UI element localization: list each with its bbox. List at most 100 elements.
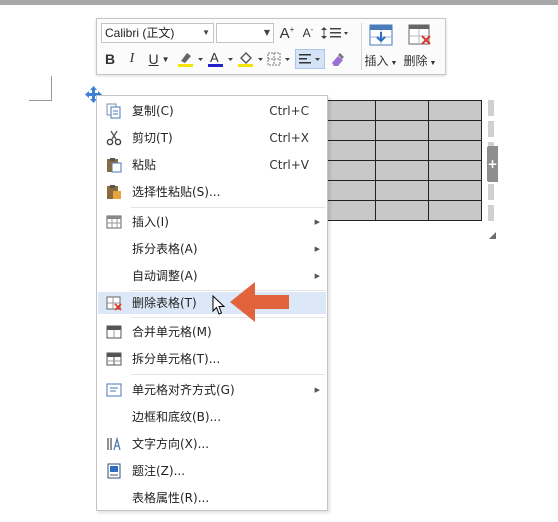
borders-button[interactable]: [267, 49, 293, 69]
table-cell[interactable]: [375, 160, 429, 181]
submenu-arrow-icon: ▶: [314, 245, 320, 253]
font-name-value: Calibri (正文): [105, 26, 175, 40]
menu-separator: [131, 207, 325, 208]
font-name-dropdown-arrow[interactable]: ▼: [202, 24, 210, 42]
insert-table-icon: [106, 214, 122, 230]
table-cell[interactable]: [428, 200, 482, 221]
menu-item-label: 表格属性(R)...: [132, 491, 210, 505]
table-cell[interactable]: [322, 100, 376, 121]
menu-item-autofit[interactable]: 自动调整(A) ▶: [98, 265, 326, 287]
shrink-font-icon: A: [302, 26, 311, 40]
menu-item-label: 拆分单元格(T)...: [132, 352, 221, 366]
table-cell[interactable]: [322, 180, 376, 201]
table-cell[interactable]: [375, 100, 429, 121]
highlighter-icon: [178, 53, 203, 67]
insert-button-label: 插入: [364, 53, 389, 68]
menu-item-split-cells[interactable]: 拆分单元格(T)...: [98, 348, 326, 370]
window-top-edge: [0, 0, 558, 5]
font-size-combobox[interactable]: ▼: [216, 23, 274, 43]
bold-button[interactable]: B: [101, 49, 119, 69]
shading-button[interactable]: [237, 49, 265, 69]
table-cell[interactable]: [375, 140, 429, 161]
menu-item-label: 文字方向(X)...: [132, 437, 210, 451]
menu-item-paste[interactable]: 粘贴 Ctrl+V: [98, 154, 326, 176]
table-cell[interactable]: [375, 200, 429, 221]
menu-item-label: 题注(Z)...: [132, 464, 186, 478]
menu-separator: [131, 317, 325, 318]
font-color-button[interactable]: A: [207, 49, 235, 69]
merge-cells-icon: [106, 324, 122, 340]
delete-table-icon: [408, 24, 431, 45]
menu-item-label: 选择性粘贴(S)...: [132, 185, 221, 199]
mini-toolbar: Calibri (正文) ▼ ▼ A + A- B I U ▼ A 插入 ▼ 删…: [96, 18, 446, 75]
copy-icon: [106, 103, 122, 119]
grow-font-button[interactable]: A +: [278, 23, 296, 43]
delete-button[interactable]: 删除 ▼: [402, 22, 438, 70]
font-size-dropdown-arrow[interactable]: ▼: [264, 24, 270, 42]
table-cell[interactable]: [428, 120, 482, 141]
grow-font-icon: A: [279, 24, 290, 42]
font-color-letter: A: [210, 50, 219, 65]
line-spacing-icon: [321, 27, 348, 39]
table-cell[interactable]: [428, 100, 482, 121]
insert-table-icon: [369, 24, 393, 45]
menu-item-shortcut: Ctrl+X: [269, 131, 309, 145]
menu-item-label: 边框和底纹(B)...: [132, 410, 222, 424]
menu-item-paste-special[interactable]: 选择性粘贴(S)...: [98, 181, 326, 203]
text-direction-icon: [106, 436, 122, 452]
underline-button[interactable]: U ▼: [145, 49, 173, 69]
menu-item-merge-cells[interactable]: 合并单元格(M): [98, 321, 326, 343]
menu-item-text-direction[interactable]: 文字方向(X)...: [98, 433, 326, 455]
menu-item-label: 粘贴: [132, 158, 157, 172]
paint-bucket-icon: [238, 52, 263, 67]
menu-separator: [131, 290, 325, 291]
italic-button[interactable]: I: [123, 49, 141, 69]
italic-icon: I: [129, 51, 135, 66]
line-spacing-button[interactable]: [320, 23, 350, 43]
table-cell[interactable]: [322, 160, 376, 181]
menu-item-label: 剪切(T): [132, 131, 173, 145]
table-cell[interactable]: [322, 120, 376, 141]
submenu-arrow-icon: ▶: [314, 272, 320, 280]
toolbar-separator: [361, 23, 362, 70]
menu-item-cut[interactable]: 剪切(T) Ctrl+X: [98, 127, 326, 149]
menu-separator: [131, 374, 325, 375]
table-cell[interactable]: [375, 120, 429, 141]
page-margin-corner-mark: [29, 76, 52, 101]
table-cell[interactable]: [428, 160, 482, 181]
submenu-arrow-icon: ▶: [314, 218, 320, 226]
table-cell[interactable]: [428, 140, 482, 161]
menu-item-label: 单元格对齐方式(G): [132, 383, 235, 397]
align-button[interactable]: [295, 49, 325, 69]
menu-item-shortcut: Ctrl+C: [269, 104, 309, 118]
delete-table-icon: [106, 295, 122, 311]
menu-item-table-properties[interactable]: 表格属性(R)...: [98, 487, 326, 509]
table-resize-handle[interactable]: [489, 232, 496, 239]
add-column-button[interactable]: +: [487, 146, 498, 182]
menu-item-cell-alignment[interactable]: 单元格对齐方式(G) ▶: [98, 379, 326, 401]
menu-item-label: 复制(C): [132, 104, 174, 118]
table-cell[interactable]: [322, 200, 376, 221]
menu-item-insert[interactable]: 插入(I) ▶: [98, 211, 326, 233]
font-color-icon: A: [208, 50, 233, 67]
highlight-color-button[interactable]: [177, 49, 205, 69]
format-painter-button[interactable]: [329, 49, 347, 69]
menu-item-split-table[interactable]: 拆分表格(A) ▶: [98, 238, 326, 260]
eraser-icon: [332, 53, 344, 66]
paste-icon: [106, 157, 122, 173]
font-name-combobox[interactable]: Calibri (正文) ▼: [101, 23, 214, 43]
borders-icon: [267, 52, 290, 66]
menu-item-label: 拆分表格(A): [132, 242, 198, 256]
menu-item-caption[interactable]: 题注(Z)...: [98, 460, 326, 482]
document-table[interactable]: [322, 100, 482, 221]
insert-button[interactable]: 插入 ▼: [365, 22, 397, 70]
menu-item-copy[interactable]: 复制(C) Ctrl+C: [98, 100, 326, 122]
annotation-arrow-icon: [230, 282, 289, 322]
table-cell[interactable]: [375, 180, 429, 201]
shrink-font-button[interactable]: A-: [299, 23, 317, 43]
menu-item-borders-shading[interactable]: 边框和底纹(B)...: [98, 406, 326, 428]
submenu-arrow-icon: ▶: [314, 386, 320, 394]
cell-alignment-icon: [106, 382, 122, 398]
table-cell[interactable]: [322, 140, 376, 161]
table-cell[interactable]: [428, 180, 482, 201]
